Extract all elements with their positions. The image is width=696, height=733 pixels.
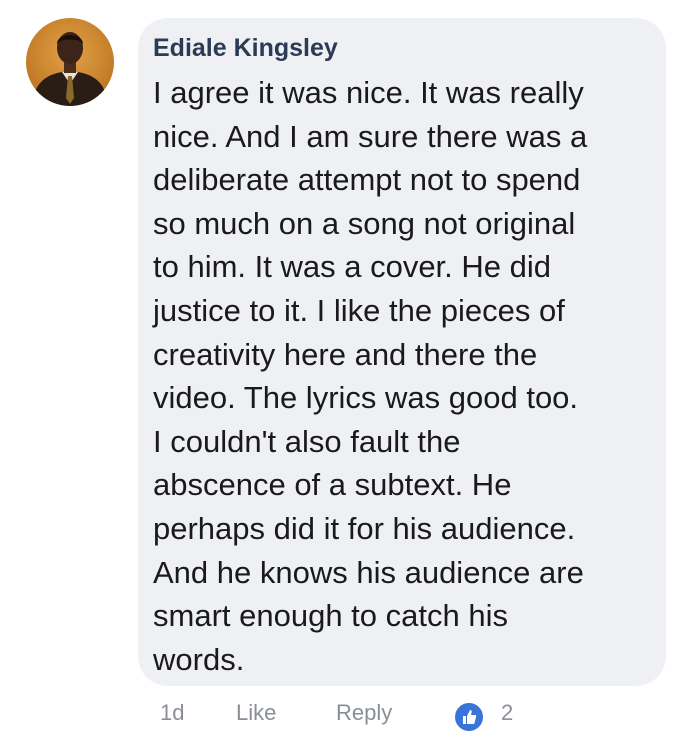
comment-line: justice to it. I like the pieces of (153, 292, 565, 328)
comment-line: to him. It was a cover. He did (153, 249, 552, 285)
comment-line: abscence of a subtext. He (153, 467, 512, 503)
like-button[interactable]: Like (236, 700, 276, 726)
comment-line: creativity here and there the (153, 336, 538, 372)
comment-timestamp[interactable]: 1d (160, 700, 184, 726)
comment-line: nice. And I am sure there was a (153, 118, 588, 154)
comment-line: I couldn't also fault the (153, 423, 461, 459)
avatar[interactable] (26, 18, 114, 106)
reaction-count[interactable]: 2 (501, 700, 513, 726)
comment-line: And he knows his audience are (153, 554, 584, 590)
comment-body: I agree it was nice. It was really nice.… (153, 71, 653, 681)
comment-line: perhaps did it for his audience. (153, 510, 576, 546)
comment-line: words. (153, 641, 245, 677)
comment-line: deliberate attempt not to spend (153, 162, 581, 198)
comment-line: I agree it was nice. It was really (153, 75, 584, 110)
user-avatar-photo-icon (32, 32, 108, 106)
comment-line: video. The lyrics was good too. (153, 380, 579, 416)
like-thumb-icon[interactable] (453, 701, 485, 733)
comment-line: smart enough to catch his (153, 598, 508, 634)
comment-author[interactable]: Ediale Kingsley (153, 34, 338, 63)
comment-line: so much on a song not original (153, 205, 576, 241)
reply-button[interactable]: Reply (336, 700, 392, 726)
comment: Ediale Kingsley I agree it was nice. It … (0, 0, 696, 733)
